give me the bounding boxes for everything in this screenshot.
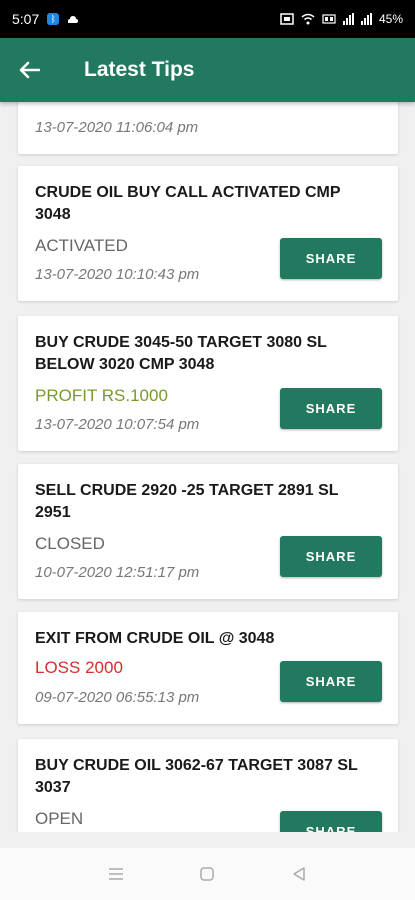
- tip-date: 10-07-2020 12:51:17 pm: [35, 564, 200, 581]
- arrow-back-icon: [19, 61, 40, 79]
- back-button[interactable]: [0, 38, 58, 102]
- tip-date: 09-07-2020 06:55:13 pm: [35, 689, 200, 706]
- tip-status: LOSS 2000: [35, 658, 123, 677]
- tip-date: 13-07-2020 11:06:04 pm: [35, 119, 199, 136]
- signal-icon: [342, 13, 354, 25]
- tips-list[interactable]: 13-07-2020 11:06:04 pm SHARE CRUDE OIL B…: [0, 102, 415, 832]
- tip-date: 13-07-2020 10:07:54 pm: [35, 416, 200, 433]
- tip-card: BUY CRUDE 3045-50 TARGET 3080 SL BELOW 3…: [18, 316, 398, 451]
- tip-card: EXIT FROM CRUDE OIL @ 3048 LOSS 2000 09-…: [18, 612, 398, 724]
- tip-text: CRUDE OIL BUY CALL ACTIVATED CMP 3048: [35, 184, 341, 223]
- battery-label: 45%: [378, 12, 403, 26]
- volte-icon: [322, 14, 336, 24]
- tip-text: BUY CRUDE OIL 3062-67 TARGET 3087 SL 303…: [35, 757, 358, 796]
- tip-card: CRUDE OIL BUY CALL ACTIVATED CMP 3048 AC…: [18, 166, 398, 301]
- recents-button[interactable]: [104, 862, 128, 886]
- tip-text: BUY CRUDE 3045-50 TARGET 3080 SL BELOW 3…: [35, 334, 327, 373]
- tip-date: 13-07-2020 10:10:43 pm: [35, 266, 200, 283]
- tip-status: PROFIT RS.1000: [35, 386, 168, 405]
- status-time: 5:07: [12, 11, 40, 27]
- bluetooth-icon: ᛒ: [47, 13, 60, 25]
- tip-status: CLOSED: [35, 534, 105, 553]
- triangle-back-icon: [293, 867, 305, 881]
- tip-text: SELL CRUDE 2920 -25 TARGET 2891 SL 2951: [35, 482, 339, 521]
- status-bar: 5:07 ᛒ 45%: [0, 0, 415, 38]
- home-button[interactable]: [195, 862, 219, 886]
- tip-status: ACTIVATED: [35, 236, 128, 255]
- home-icon: [200, 867, 215, 881]
- back-nav-button[interactable]: [287, 862, 311, 886]
- wifi-icon: [301, 13, 315, 25]
- tip-status: OPEN: [35, 809, 84, 828]
- system-nav-bar: [0, 848, 415, 900]
- tip-card: SELL CRUDE 2920 -25 TARGET 2891 SL 2951 …: [18, 464, 398, 599]
- nfc-icon: [280, 13, 294, 25]
- tip-card: BUY CRUDE OIL 3062-67 TARGET 3087 SL 303…: [18, 739, 398, 832]
- share-button[interactable]: SHARE: [280, 811, 382, 832]
- cloud-icon: [68, 16, 79, 23]
- signal-2-icon: [360, 13, 372, 25]
- share-button[interactable]: SHARE: [280, 661, 382, 702]
- recents-icon: [108, 868, 123, 880]
- tip-text: EXIT FROM CRUDE OIL @ 3048: [35, 630, 275, 647]
- tip-card: 13-07-2020 11:06:04 pm SHARE: [18, 102, 398, 154]
- app-bar: Latest Tips: [0, 38, 415, 102]
- share-button[interactable]: SHARE: [280, 238, 382, 279]
- share-button[interactable]: SHARE: [280, 536, 382, 577]
- page-title: Latest Tips: [84, 58, 195, 81]
- share-button[interactable]: SHARE: [280, 388, 382, 429]
